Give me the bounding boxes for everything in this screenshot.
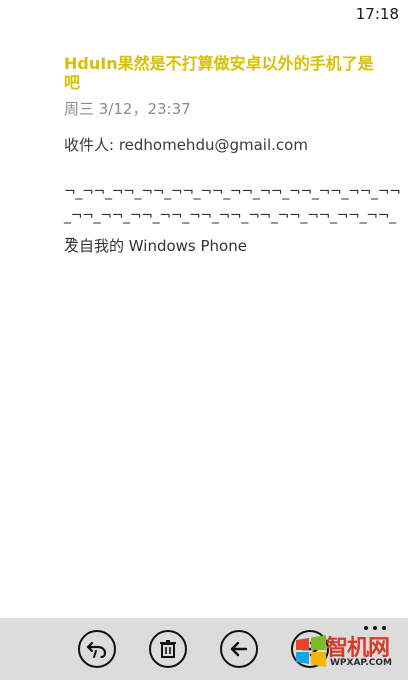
back-button[interactable] bbox=[220, 630, 258, 668]
reply-icon bbox=[86, 641, 107, 659]
email-read-screen: 17:18 HduIn果然是不打算做安卓以外的手机了是吧 周三 3/12，23:… bbox=[0, 0, 408, 680]
status-bar: 17:18 bbox=[0, 0, 408, 30]
status-time: 17:18 bbox=[355, 5, 399, 23]
email-signature: 发自我的 Windows Phone bbox=[64, 237, 247, 255]
back-icon bbox=[230, 641, 248, 657]
email-recipient[interactable]: 收件人: redhomehdu@gmail.com bbox=[64, 134, 308, 155]
watermark-subtitle: WPXAP.COM bbox=[330, 658, 393, 668]
windows-logo-icon bbox=[296, 635, 326, 667]
reply-button[interactable] bbox=[78, 630, 116, 668]
delete-icon bbox=[160, 640, 176, 658]
email-date: 周三 3/12，23:37 bbox=[64, 100, 191, 118]
email-subject: HduIn果然是不打算做安卓以外的手机了是吧 bbox=[64, 54, 374, 92]
delete-button[interactable] bbox=[149, 630, 187, 668]
watermark: 智机网 WPXAP.COM bbox=[292, 630, 396, 676]
